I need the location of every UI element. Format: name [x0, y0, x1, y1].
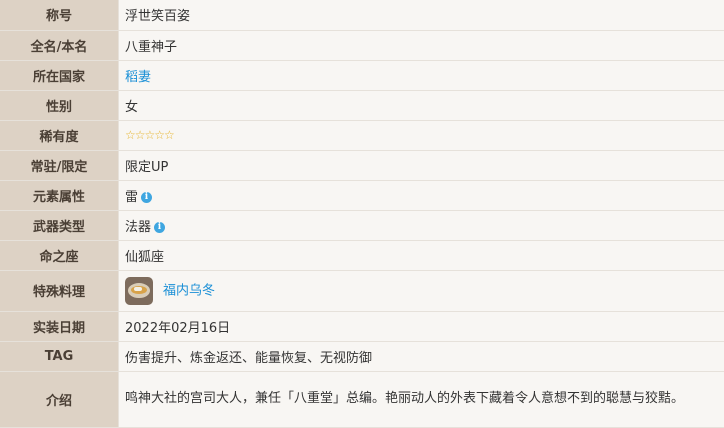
value-title: 浮世笑百姿	[119, 0, 724, 30]
label-availability: 常驻/限定	[0, 150, 119, 180]
value-element-cell: 雷i	[119, 180, 724, 210]
info-icon[interactable]: i	[154, 222, 165, 233]
label-intro: 介绍	[0, 371, 119, 427]
value-full-name: 八重神子	[119, 30, 724, 60]
value-tag: 伤害提升、炼金返还、能量恢复、无视防御	[119, 341, 724, 371]
row-availability: 常驻/限定 限定UP	[0, 150, 724, 180]
value-intro: 鸣神大社的宫司大人，兼任「八重堂」总编。艳丽动人的外表下藏着令人意想不到的聪慧与…	[119, 371, 724, 427]
value-weapon-cell: 法器i	[119, 210, 724, 240]
label-tag: TAG	[0, 341, 119, 371]
row-gender: 性别 女	[0, 90, 724, 120]
label-element: 元素属性	[0, 180, 119, 210]
label-gender: 性别	[0, 90, 119, 120]
special-dish-link[interactable]: 福内乌冬	[163, 283, 215, 298]
label-release-date: 实装日期	[0, 311, 119, 341]
value-constellation: 仙狐座	[119, 240, 724, 270]
value-availability: 限定UP	[119, 150, 724, 180]
value-rarity-cell: ☆☆☆☆☆	[119, 120, 724, 150]
food-dish-icon[interactable]	[125, 277, 153, 305]
row-nation: 所在国家 稻妻	[0, 60, 724, 90]
row-element: 元素属性 雷i	[0, 180, 724, 210]
label-rarity: 稀有度	[0, 120, 119, 150]
label-special-dish: 特殊料理	[0, 270, 119, 311]
nation-link[interactable]: 稻妻	[125, 70, 151, 85]
value-weapon: 法器	[125, 220, 151, 235]
row-title: 称号 浮世笑百姿	[0, 0, 724, 30]
row-rarity: 稀有度 ☆☆☆☆☆	[0, 120, 724, 150]
value-nation-cell: 稻妻	[119, 60, 724, 90]
value-release-date: 2022年02月16日	[119, 311, 724, 341]
value-gender: 女	[119, 90, 724, 120]
row-constellation: 命之座 仙狐座	[0, 240, 724, 270]
value-element: 雷	[125, 190, 138, 205]
label-constellation: 命之座	[0, 240, 119, 270]
label-title: 称号	[0, 0, 119, 30]
row-weapon: 武器类型 法器i	[0, 210, 724, 240]
label-full-name: 全名/本名	[0, 30, 119, 60]
row-special-dish: 特殊料理 福内乌冬	[0, 270, 724, 311]
row-release-date: 实装日期 2022年02月16日	[0, 311, 724, 341]
character-info-table: 称号 浮世笑百姿 全名/本名 八重神子 所在国家 稻妻 性别 女 稀有度 ☆☆☆…	[0, 0, 724, 428]
row-tag: TAG 伤害提升、炼金返还、能量恢复、无视防御	[0, 341, 724, 371]
value-special-dish-cell: 福内乌冬	[119, 270, 724, 311]
row-intro: 介绍 鸣神大社的宫司大人，兼任「八重堂」总编。艳丽动人的外表下藏着令人意想不到的…	[0, 371, 724, 427]
info-icon[interactable]: i	[141, 192, 152, 203]
row-full-name: 全名/本名 八重神子	[0, 30, 724, 60]
label-nation: 所在国家	[0, 60, 119, 90]
rarity-stars-icon: ☆☆☆☆☆	[125, 128, 174, 142]
label-weapon: 武器类型	[0, 210, 119, 240]
